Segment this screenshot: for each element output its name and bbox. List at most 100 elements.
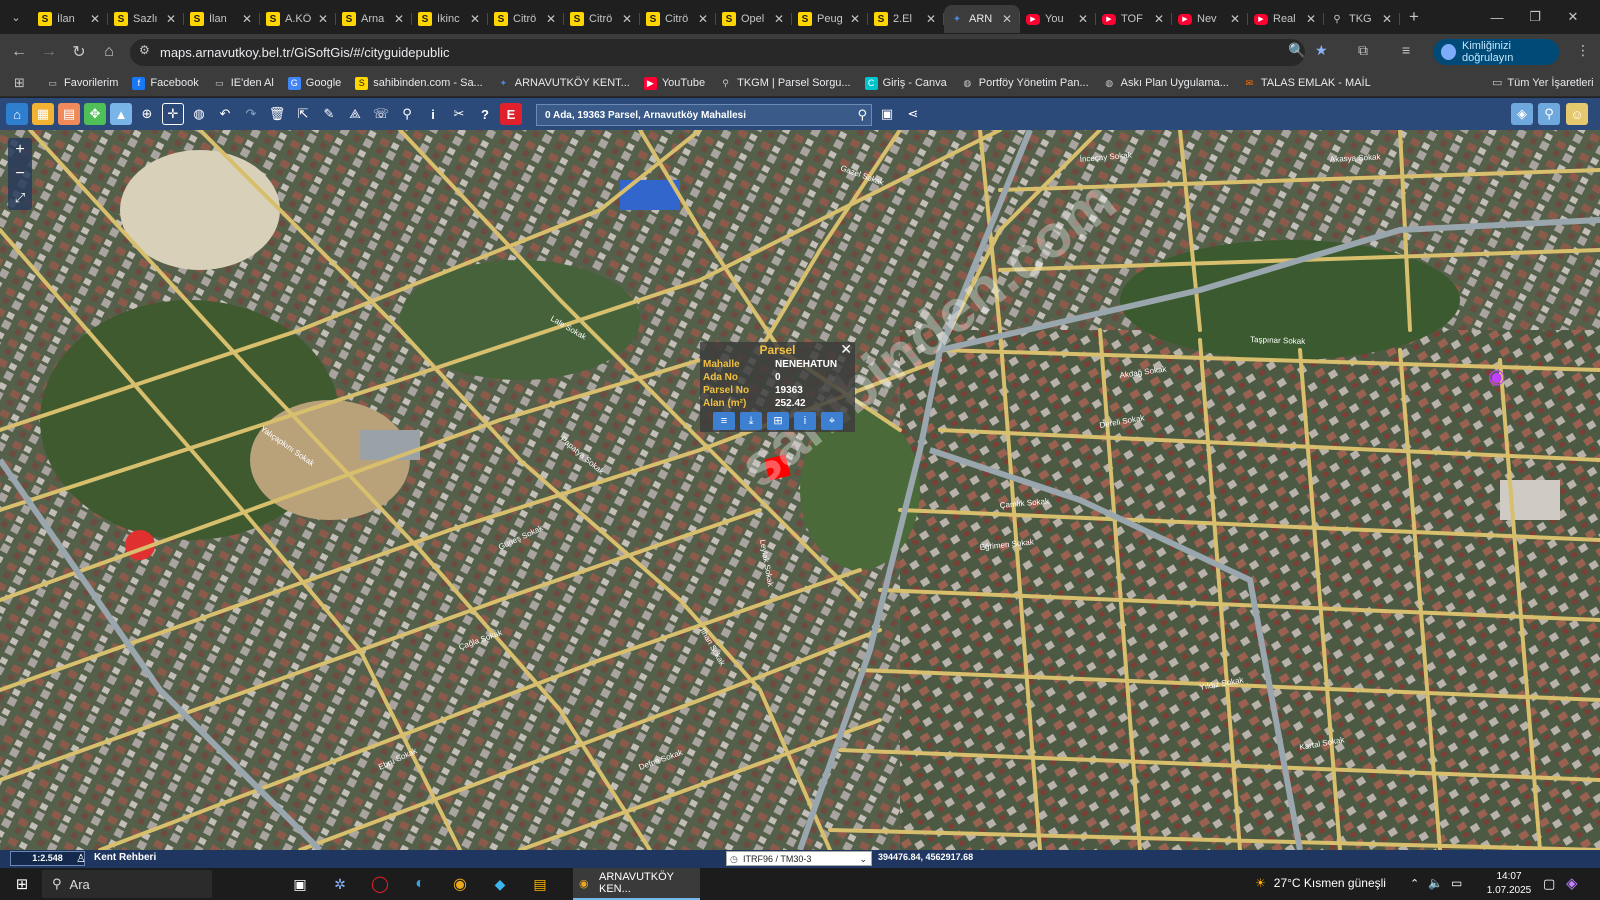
help-icon[interactable]: ? [474, 103, 496, 125]
close-window-icon[interactable]: ✕ [1554, 0, 1592, 34]
zoom-icon[interactable]: 🔍 [1288, 42, 1305, 59]
download-icon[interactable]: ⤓ [740, 412, 762, 430]
reload-icon[interactable]: ↻ [64, 37, 94, 67]
notifications-icon[interactable]: ▢ [1543, 876, 1555, 892]
user-icon[interactable]: ☺ [1566, 103, 1588, 125]
browser-tab[interactable]: S A.KÖ ✕ [260, 5, 336, 33]
delete-icon[interactable]: 🗑 [266, 103, 288, 125]
browser-tab[interactable]: S İlan ✕ [184, 5, 260, 33]
close-tab-icon[interactable]: ✕ [1380, 12, 1394, 26]
comment-icon[interactable]: ☏ [370, 103, 392, 125]
browser-tab[interactable]: ⚲ TKG ✕ [1324, 5, 1400, 33]
bookmark-item[interactable]: ▭ IE'den Al [213, 77, 274, 90]
close-tab-icon[interactable]: ✕ [1304, 12, 1318, 26]
layers-grid-icon[interactable]: ▦ [32, 103, 54, 125]
search-icon[interactable]: ⚲ [857, 107, 867, 123]
grid-icon[interactable]: ⊞ [767, 412, 789, 430]
close-tab-icon[interactable]: ✕ [1000, 12, 1014, 26]
browser-tab[interactable]: S Arna ✕ [336, 5, 412, 33]
info-action-icon[interactable]: i [794, 412, 816, 430]
browser-tab[interactable]: S İkinc ✕ [412, 5, 488, 33]
close-tab-icon[interactable]: ✕ [848, 12, 862, 26]
basemap-icon[interactable]: ▲ [110, 103, 132, 125]
bookmark-item[interactable]: ▶ YouTube [643, 76, 705, 90]
extensions-icon[interactable]: ⧉ [1358, 42, 1368, 59]
browser-tab[interactable]: S Citrö ✕ [640, 5, 716, 33]
browser-tab[interactable]: S 2.El ✕ [868, 5, 944, 33]
apps-grid-icon[interactable]: ⊞ [14, 75, 34, 91]
e-belediye-icon[interactable]: E [500, 103, 522, 125]
zoom-out-button[interactable]: − [8, 162, 32, 186]
calculator-icon[interactable]: ▣ [876, 103, 898, 125]
fullscreen-icon[interactable]: ⤢ [8, 186, 32, 210]
undo-icon[interactable]: ↶ [214, 103, 236, 125]
profile-button[interactable]: Kimliğinizi doğrulayın [1433, 39, 1559, 65]
redo-icon[interactable]: ↷ [240, 103, 262, 125]
close-icon[interactable]: ✕ [840, 341, 852, 357]
bookmark-item[interactable]: ✉ TALAS EMLAK - MAİL [1243, 77, 1371, 90]
close-tab-icon[interactable]: ✕ [696, 12, 710, 26]
close-tab-icon[interactable]: ✕ [924, 12, 938, 26]
browser-tab[interactable]: ▶ Real ✕ [1248, 5, 1324, 33]
close-tab-icon[interactable]: ✕ [1228, 12, 1242, 26]
chrome-icon[interactable]: ◉ [444, 868, 476, 900]
street-view-icon[interactable]: ♙ [76, 852, 86, 865]
location-pin-icon[interactable]: ⚲ [396, 103, 418, 125]
draw-pencil-icon[interactable]: ✎ [318, 103, 340, 125]
close-tab-icon[interactable]: ✕ [468, 12, 482, 26]
task-view-icon[interactable]: ▣ [284, 868, 316, 900]
bookmark-item[interactable]: ▭ Favorilerim [46, 77, 118, 90]
close-tab-icon[interactable]: ✕ [164, 12, 178, 26]
browser-tab[interactable]: S Citrö ✕ [564, 5, 640, 33]
browser-tab[interactable]: S Opel ✕ [716, 5, 792, 33]
map-search-icon[interactable]: ⚲ [1538, 103, 1560, 125]
app2-icon[interactable]: ◆ [484, 868, 516, 900]
close-tab-icon[interactable]: ✕ [620, 12, 634, 26]
browser-tab[interactable]: S Citrö ✕ [488, 5, 564, 33]
bookmark-item[interactable]: C Giriş - Canva [864, 76, 947, 90]
address-bar[interactable]: ⚙ maps.arnavutkoy.bel.tr/GiSoftGis/#/cit… [130, 39, 1305, 66]
bookmark-star-icon[interactable]: ★ [1315, 42, 1328, 59]
close-tab-icon[interactable]: ✕ [316, 12, 330, 26]
windows-start-icon[interactable]: ⊞ [6, 868, 38, 900]
legend-icon[interactable]: ▤ [58, 103, 80, 125]
browser-tab[interactable]: S Sazlı ✕ [108, 5, 184, 33]
bookmark-item[interactable]: f Facebook [132, 76, 199, 90]
network-icon[interactable]: ▭ [1451, 876, 1462, 890]
browser-tab[interactable]: ▶ TOF ✕ [1096, 5, 1172, 33]
minimize-icon[interactable]: — [1478, 0, 1516, 34]
back-icon[interactable]: ← [4, 37, 34, 67]
bookmark-item[interactable]: ⚲ TKGM | Parsel Sorgu... [719, 77, 850, 90]
map-canvas[interactable]: sahibinden.com İnceçay Sokak Akasya Sokak… [0, 130, 1600, 850]
browser-menu-icon[interactable]: ⋮ [1576, 42, 1590, 59]
close-tab-icon[interactable]: ✕ [392, 12, 406, 26]
weather-widget[interactable]: ☀ 27°C Kısmen güneşli [1255, 876, 1386, 890]
media-controls-icon[interactable]: ≡ [1402, 42, 1410, 58]
all-bookmarks-button[interactable]: ▭ Tüm Yer İşaretleri [1492, 76, 1594, 90]
pan-tool-icon[interactable]: ✛ [162, 103, 184, 125]
close-tab-icon[interactable]: ✕ [88, 12, 102, 26]
close-tab-icon[interactable]: ✕ [1076, 12, 1090, 26]
new-tab-button[interactable]: + [1400, 7, 1428, 27]
wifi-marker-icon[interactable]: ◉ [1488, 364, 1505, 389]
bookmark-item[interactable]: ◍ Askı Plan Uygulama... [1103, 77, 1229, 90]
info-icon[interactable]: i [422, 103, 444, 125]
taskbar-search[interactable]: ⚲ Ara [42, 870, 212, 898]
parcel-search-input[interactable]: 0 Ada, 19363 Parsel, Arnavutköy Mahalles… [536, 104, 872, 126]
browser-tab[interactable]: S İlan ✕ [32, 5, 108, 33]
list-icon[interactable]: ≡ [713, 412, 735, 430]
taskbar-active-app[interactable]: ◉ ARNAVUTKÖY KEN... [573, 868, 700, 900]
close-tab-icon[interactable]: ✕ [772, 12, 786, 26]
scissors-icon[interactable]: ✂ [448, 103, 470, 125]
volume-icon[interactable]: 🔈 [1428, 876, 1443, 890]
tab-search-chevron-icon[interactable]: ⌄ [0, 0, 32, 34]
close-tab-icon[interactable]: ✕ [240, 12, 254, 26]
forward-icon[interactable]: → [34, 37, 64, 67]
tray-chevron-icon[interactable]: ⌃ [1410, 877, 1419, 890]
browser-tab[interactable]: S Peug ✕ [792, 5, 868, 33]
bookmark-item[interactable]: ◍ Portföy Yönetim Pan... [961, 77, 1088, 90]
app-icon[interactable]: ✲ [324, 868, 356, 900]
restore-icon[interactable]: ❐ [1516, 0, 1554, 34]
outlook-icon[interactable]: ▤ [524, 868, 556, 900]
copilot-icon[interactable]: ◈ [1566, 874, 1578, 892]
